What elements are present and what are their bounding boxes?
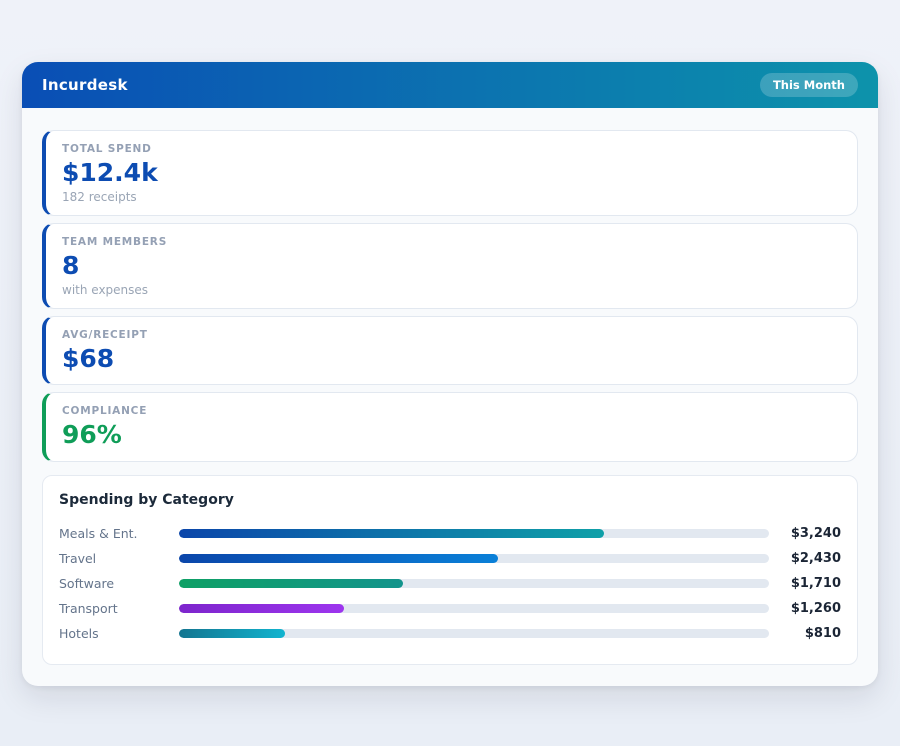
bar-track	[179, 529, 769, 538]
incurdesk-panel: Incurdesk This Month TOTAL SPEND $12.4k …	[22, 62, 878, 686]
category-label: Hotels	[59, 626, 179, 641]
category-label: Transport	[59, 601, 179, 616]
category-value: $2,430	[769, 551, 841, 566]
chart-row-travel: Travel $2,430	[59, 546, 841, 571]
chart-row-transport: Transport $1,260	[59, 596, 841, 621]
bar-track	[179, 554, 769, 563]
category-value: $1,260	[769, 601, 841, 616]
stat-subtext: with expenses	[62, 283, 841, 297]
category-value: $3,240	[769, 526, 841, 541]
stat-label: TOTAL SPEND	[62, 143, 841, 155]
bar-track	[179, 604, 769, 613]
bar-fill	[179, 604, 344, 613]
bar-fill	[179, 554, 498, 563]
chart-title: Spending by Category	[59, 492, 841, 508]
bar-fill	[179, 629, 285, 638]
stat-label: COMPLIANCE	[62, 405, 841, 417]
app-title: Incurdesk	[42, 76, 128, 94]
bar-fill	[179, 579, 403, 588]
bar-fill	[179, 529, 604, 538]
bar-track	[179, 629, 769, 638]
category-value: $810	[769, 626, 841, 641]
stat-value: $12.4k	[62, 159, 841, 188]
category-label: Meals & Ent.	[59, 526, 179, 541]
stat-value: $68	[62, 345, 841, 374]
stat-label: AVG/RECEIPT	[62, 329, 841, 341]
bar-track	[179, 579, 769, 588]
stat-card-avg-receipt: AVG/RECEIPT $68	[42, 316, 858, 386]
category-value: $1,710	[769, 576, 841, 591]
chart-row-hotels: Hotels $810	[59, 621, 841, 646]
category-label: Travel	[59, 551, 179, 566]
app-header: Incurdesk This Month	[22, 62, 878, 108]
app-body: TOTAL SPEND $12.4k 182 receipts TEAM MEM…	[22, 108, 878, 686]
stat-card-compliance: COMPLIANCE 96%	[42, 392, 858, 462]
chart-row-meals: Meals & Ent. $3,240	[59, 521, 841, 546]
spending-by-category-chart: Spending by Category Meals & Ent. $3,240…	[42, 475, 858, 665]
page-background: Incurdesk This Month TOTAL SPEND $12.4k …	[0, 0, 900, 746]
category-label: Software	[59, 576, 179, 591]
stat-card-team-members: TEAM MEMBERS 8 with expenses	[42, 223, 858, 309]
stat-subtext: 182 receipts	[62, 190, 841, 204]
chart-row-software: Software $1,710	[59, 571, 841, 596]
period-badge[interactable]: This Month	[760, 73, 858, 97]
stat-value: 96%	[62, 421, 841, 450]
stat-label: TEAM MEMBERS	[62, 236, 841, 248]
stat-card-total-spend: TOTAL SPEND $12.4k 182 receipts	[42, 130, 858, 216]
stat-value: 8	[62, 252, 841, 281]
